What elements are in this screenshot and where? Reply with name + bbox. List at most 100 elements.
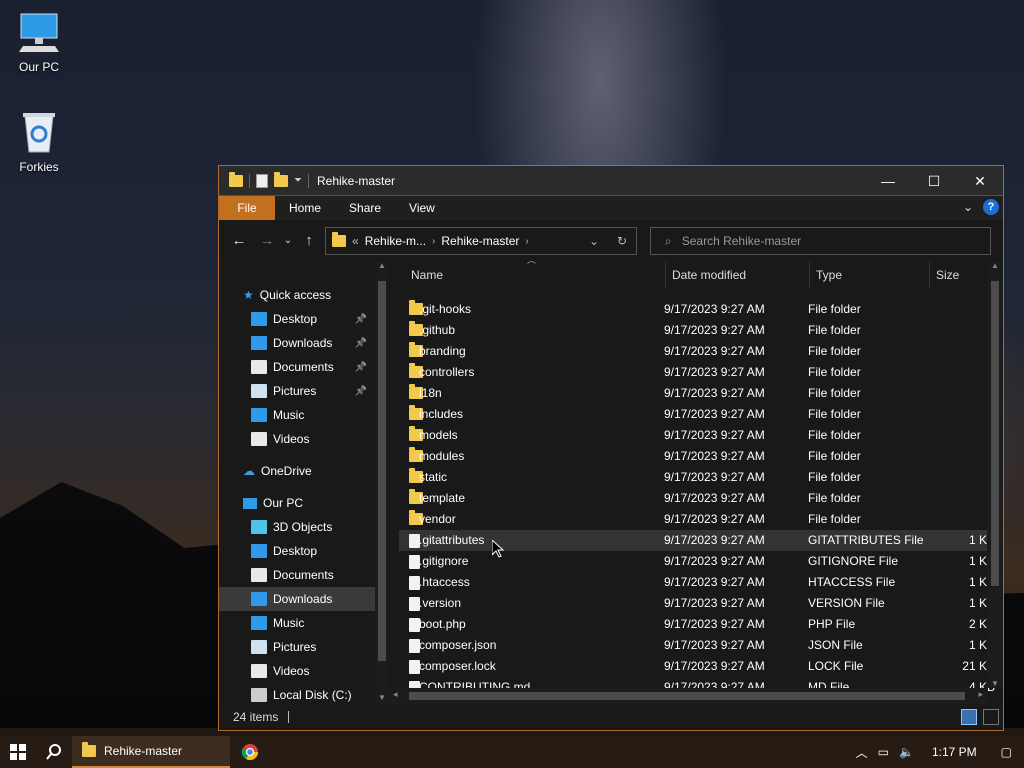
breadcrumb-chevron-icon[interactable]: › (432, 236, 435, 247)
explorer-body: ★ Quick access Desktop 📌 Downloads 📌 Documen… (219, 261, 1003, 704)
show-hidden-icons-chevron-icon[interactable]: ︿ (856, 744, 868, 761)
file-row[interactable]: static 9/17/2023 9:27 AM File folder (399, 467, 995, 488)
desktop-icon-our-pc[interactable]: Our PC (4, 12, 74, 74)
column-header-date[interactable]: Date modified (666, 261, 810, 289)
file-list-vertical-scrollbar[interactable]: ▲ ▼ (987, 261, 1003, 688)
tab-view[interactable]: View (395, 196, 449, 220)
properties-icon[interactable] (256, 173, 268, 188)
tab-share[interactable]: Share (335, 196, 395, 220)
refresh-icon[interactable]: ↻ (608, 234, 636, 248)
nav-item-desktop[interactable]: Desktop 📌 (219, 307, 375, 331)
nav-item-documents[interactable]: Documents (219, 563, 375, 587)
volume-muted-icon[interactable]: 🔈 (899, 745, 914, 759)
scrollbar-thumb[interactable] (378, 281, 386, 661)
pin-icon[interactable]: 📌 (355, 362, 367, 373)
scrollbar-thumb[interactable] (409, 692, 965, 700)
search-box[interactable]: ⌕ (650, 227, 991, 255)
nav-quick-access[interactable]: ★ Quick access (219, 283, 375, 307)
forward-button[interactable]: → (253, 226, 281, 254)
new-folder-icon[interactable] (274, 171, 288, 187)
file-row[interactable]: .version 9/17/2023 9:27 AM VERSION File 1 K… (399, 593, 995, 614)
taskbar-app-chrome[interactable] (230, 736, 270, 768)
nav-item-desktop[interactable]: Desktop (219, 539, 375, 563)
breadcrumb-chevron-icon[interactable]: › (525, 236, 528, 247)
file-row[interactable]: .gitattributes 9/17/2023 9:27 AM GITATTRIB… (399, 530, 995, 551)
file-row[interactable]: boot.php 9/17/2023 9:27 AM PHP File 2 KB (399, 614, 995, 635)
nav-item-videos[interactable]: Videos (219, 427, 375, 451)
nav-item-downloads[interactable]: Downloads 📌 (219, 331, 375, 355)
cell-type: File folder (808, 365, 861, 379)
nav-item-music[interactable]: Music (219, 611, 375, 635)
network-icon[interactable]: ▭ (878, 745, 889, 759)
file-row[interactable]: .github 9/17/2023 9:27 AM File folder (399, 320, 995, 341)
nav-item-pictures[interactable]: Pictures 📌 (219, 379, 375, 403)
tab-file[interactable]: File (219, 196, 275, 220)
file-row[interactable]: composer.lock 9/17/2023 9:27 AM LOCK File 2… (399, 656, 995, 677)
file-row[interactable]: .git-hooks 9/17/2023 9:27 AM File folder (399, 299, 995, 320)
column-header-type[interactable]: Type (810, 261, 930, 289)
search-button[interactable] (36, 736, 72, 768)
minimize-button[interactable]: — (865, 166, 911, 196)
cell-name: vendor (419, 512, 456, 526)
pin-icon[interactable]: 📌 (355, 338, 367, 349)
file-list-horizontal-scrollbar[interactable]: ◂ ▸ (389, 688, 987, 704)
address-dropdown-chevron-icon[interactable]: ⌄ (580, 234, 608, 248)
cell-type: GITATTRIBUTES File (808, 533, 924, 547)
file-explorer-window[interactable]: ⏷ Rehike-master — ☐ ✕ File Home Share Vi… (218, 165, 1004, 731)
notifications-icon[interactable]: ▢ (1001, 745, 1012, 759)
nav-label: OneDrive (261, 464, 312, 478)
navigation-pane-scrollbar[interactable]: ▲ ▼ (375, 261, 389, 704)
file-row[interactable]: vendor 9/17/2023 9:27 AM File folder (399, 509, 995, 530)
file-row[interactable]: models 9/17/2023 9:27 AM File folder (399, 425, 995, 446)
scrollbar-thumb[interactable] (991, 281, 999, 586)
up-button[interactable]: ↑ (295, 226, 323, 254)
maximize-button[interactable]: ☐ (911, 166, 957, 196)
help-icon[interactable]: ? (983, 199, 999, 215)
nav-onedrive[interactable]: ☁ OneDrive (219, 459, 375, 483)
address-bar[interactable]: « Rehike-m... › Rehike-master › ⌄ ↻ (325, 227, 637, 255)
nav-item-3d-objects[interactable]: 3D Objects (219, 515, 375, 539)
start-button[interactable] (0, 736, 36, 768)
file-row[interactable]: .gitignore 9/17/2023 9:27 AM GITIGNORE Fil… (399, 551, 995, 572)
desktop-icon-recycle-bin[interactable]: Forkies (4, 110, 74, 174)
tab-home[interactable]: Home (275, 196, 335, 220)
nav-item-documents[interactable]: Documents 📌 (219, 355, 375, 379)
back-button[interactable]: ← (225, 226, 253, 254)
recent-locations-chevron-icon[interactable]: ⌄ (281, 226, 295, 254)
file-row[interactable]: modules 9/17/2023 9:27 AM File folder (399, 446, 995, 467)
close-button[interactable]: ✕ (957, 166, 1003, 196)
navigation-pane[interactable]: ★ Quick access Desktop 📌 Downloads 📌 Documen… (219, 261, 375, 704)
nav-item-music[interactable]: Music (219, 403, 375, 427)
title-bar[interactable]: ⏷ Rehike-master — ☐ ✕ (219, 166, 1003, 196)
ribbon-tabs: File Home Share View ⌄ ? (219, 196, 1003, 220)
file-row[interactable]: i18n 9/17/2023 9:27 AM File folder (399, 383, 995, 404)
toolbar-divider (249, 173, 250, 188)
file-row[interactable]: includes 9/17/2023 9:27 AM File folder (399, 404, 995, 425)
large-icons-view-icon[interactable] (983, 709, 999, 725)
file-row[interactable]: template 9/17/2023 9:27 AM File folder (399, 488, 995, 509)
pin-icon[interactable]: 📌 (355, 386, 367, 397)
file-row[interactable]: branding 9/17/2023 9:27 AM File folder (399, 341, 995, 362)
file-row[interactable]: controllers 9/17/2023 9:27 AM File folder (399, 362, 995, 383)
file-row[interactable]: composer.json 9/17/2023 9:27 AM JSON File 1… (399, 635, 995, 656)
pin-icon[interactable]: 📌 (355, 314, 367, 325)
cell-date: 9/17/2023 9:27 AM (664, 533, 765, 547)
details-view-icon[interactable] (961, 709, 977, 725)
cell-type: File folder (808, 428, 861, 442)
file-list[interactable]: Name Date modified Type Size ︿ .git-hook… (389, 261, 1003, 704)
expand-ribbon-chevron-icon[interactable]: ⌄ (963, 200, 973, 214)
search-input[interactable] (681, 234, 962, 248)
taskbar-app-file-explorer[interactable]: Rehike-master (72, 736, 230, 768)
cell-date: 9/17/2023 9:27 AM (664, 659, 765, 673)
nav-our-pc[interactable]: Our PC (219, 491, 375, 515)
cell-type: JSON File (808, 638, 863, 652)
nav-item-downloads[interactable]: Downloads (219, 587, 375, 611)
nav-item-videos[interactable]: Videos (219, 659, 375, 683)
breadcrumb-current[interactable]: Rehike-master (441, 234, 519, 248)
clock[interactable]: 1:17 PM (932, 745, 977, 759)
breadcrumb-parent[interactable]: Rehike-m... (365, 234, 426, 248)
nav-item-pictures[interactable]: Pictures (219, 635, 375, 659)
address-overflow[interactable]: « (352, 234, 359, 248)
customize-toolbar-chevron-icon[interactable]: ⏷ (294, 175, 302, 186)
file-row[interactable]: .htaccess 9/17/2023 9:27 AM HTACCESS File 1… (399, 572, 995, 593)
